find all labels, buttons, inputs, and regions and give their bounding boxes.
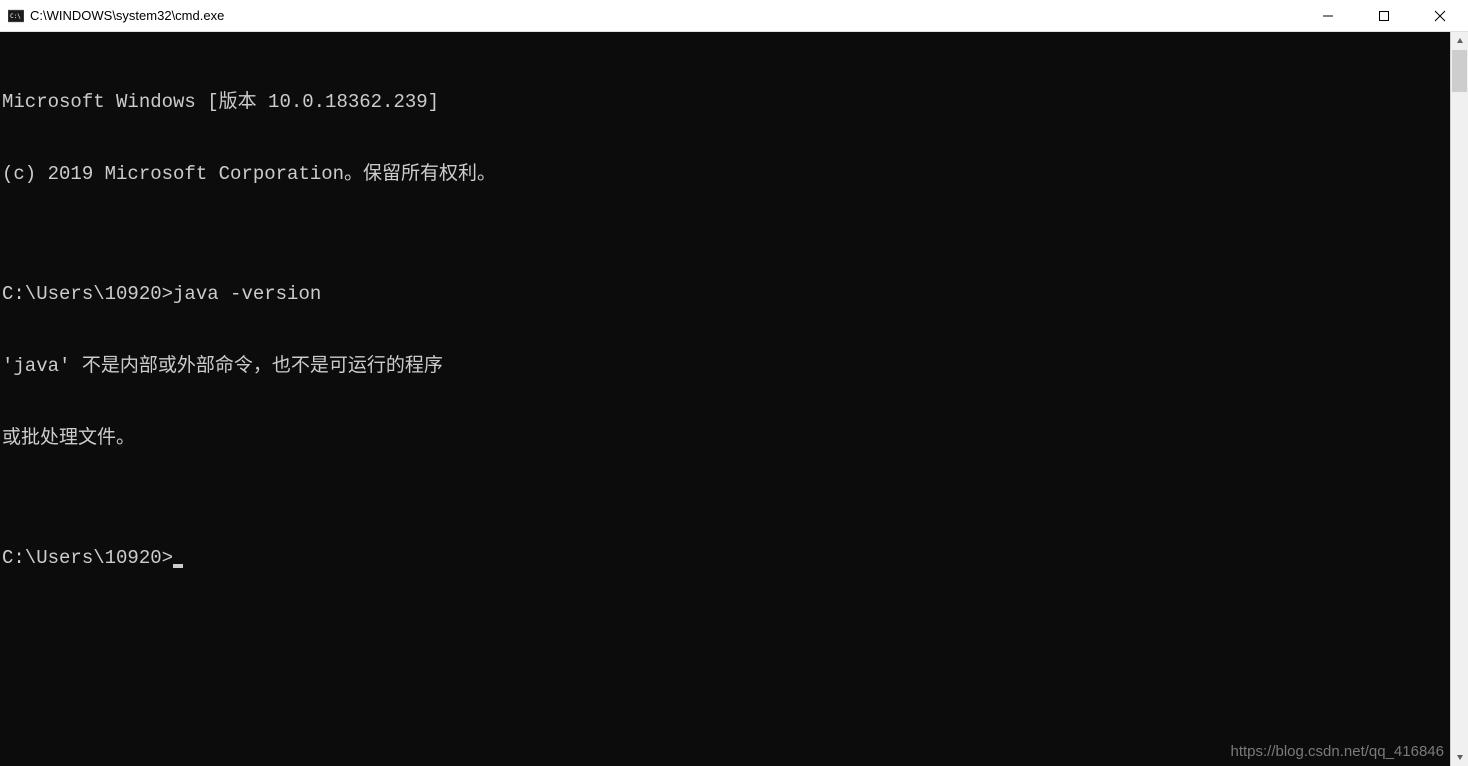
- scrollbar-track[interactable]: [1451, 50, 1468, 748]
- content-wrapper: Microsoft Windows [版本 10.0.18362.239] (c…: [0, 32, 1468, 766]
- minimize-button[interactable]: [1300, 0, 1356, 31]
- window-title: C:\WINDOWS\system32\cmd.exe: [30, 8, 1300, 23]
- output-line: 或批处理文件。: [2, 426, 1450, 450]
- prompt-text: C:\Users\10920>: [2, 547, 173, 569]
- cursor-icon: [173, 564, 183, 568]
- scrollbar-thumb[interactable]: [1452, 50, 1467, 92]
- cmd-icon: C:\: [8, 8, 24, 24]
- scroll-down-button[interactable]: [1451, 748, 1468, 766]
- output-line: (c) 2019 Microsoft Corporation。保留所有权利。: [2, 162, 1450, 186]
- scroll-up-button[interactable]: [1451, 32, 1468, 50]
- terminal-output[interactable]: Microsoft Windows [版本 10.0.18362.239] (c…: [0, 32, 1450, 766]
- svg-text:C:\: C:\: [10, 13, 21, 20]
- window-controls: [1300, 0, 1468, 31]
- vertical-scrollbar[interactable]: [1450, 32, 1468, 766]
- prompt-line: C:\Users\10920>: [2, 546, 1450, 570]
- output-line: C:\Users\10920>java -version: [2, 282, 1450, 306]
- output-line: Microsoft Windows [版本 10.0.18362.239]: [2, 90, 1450, 114]
- titlebar[interactable]: C:\ C:\WINDOWS\system32\cmd.exe: [0, 0, 1468, 32]
- maximize-button[interactable]: [1356, 0, 1412, 31]
- close-button[interactable]: [1412, 0, 1468, 31]
- output-line: 'java' 不是内部或外部命令，也不是可运行的程序: [2, 354, 1450, 378]
